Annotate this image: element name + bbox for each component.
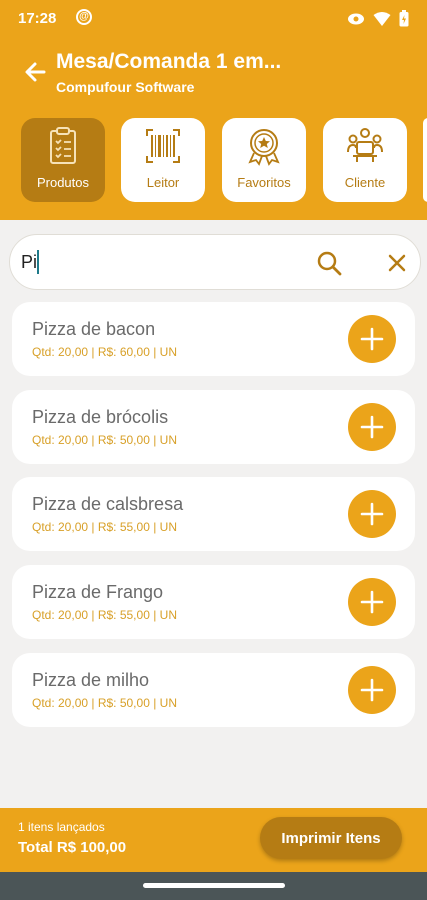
order-summary-bar: 1 itens lançados Total R$ 100,00 Imprimi… [0,808,427,872]
tab-produtos[interactable]: Produtos [21,118,105,202]
battery-icon [399,10,409,27]
order-total: Total R$ 100,00 [18,839,127,856]
search-input[interactable] [21,249,291,275]
add-button[interactable] [348,490,396,538]
product-name: Pizza de calsbresa [32,494,184,514]
search-icon[interactable] [315,249,343,277]
barcode-icon [146,129,180,163]
tab-label: Leitor [146,175,180,190]
product-detail: Qtd: 20,00 | R$: 55,00 | UN [32,608,177,622]
items-count: 1 itens lançados [18,820,105,834]
tab-label: Cliente [344,175,386,190]
close-icon[interactable] [384,250,410,276]
list-item[interactable]: Pizza de calsbresa Qtd: 20,00 | R$: 55,0… [12,477,415,551]
product-detail: Qtd: 20,00 | R$: 50,00 | UN [32,433,177,447]
tab-label: Favoritos [237,175,291,190]
system-nav-bar [0,872,427,900]
plus-icon [360,590,384,614]
tab-leitor[interactable]: Leitor [121,118,205,202]
home-gesture-handle[interactable] [143,883,285,888]
add-button[interactable] [348,403,396,451]
tab-favoritos[interactable]: Favoritos [222,118,306,202]
tab-cliente[interactable]: Cliente [323,118,407,202]
plus-icon [360,502,384,526]
product-detail: Qtd: 20,00 | R$: 55,00 | UN [32,520,177,534]
text-cursor [37,250,39,274]
search-bar [9,234,421,290]
product-name: Pizza de Frango [32,582,164,602]
plus-icon [360,327,384,351]
notification-icon: @ [76,9,92,25]
list-item[interactable]: Pizza de bacon Qtd: 20,00 | R$: 60,00 | … [12,302,415,376]
eye-icon [348,13,364,24]
clipboard-list-icon [50,127,76,164]
product-name: Pizza de brócolis [32,407,169,427]
product-name: Pizza de milho [32,670,150,690]
tab-partial[interactable] [423,118,427,202]
tab-label: Produtos [36,175,90,190]
award-star-icon [248,129,280,166]
print-items-button[interactable]: Imprimir Itens [260,817,402,859]
add-button[interactable] [348,315,396,363]
list-item[interactable]: Pizza de milho Qtd: 20,00 | R$: 50,00 | … [12,653,415,727]
list-item[interactable]: Pizza de brócolis Qtd: 20,00 | R$: 50,00… [12,390,415,464]
status-time: 17:28 [18,10,57,27]
people-table-icon [347,128,383,162]
tab-bar: Produtos Leitor Favoritos Cliente [0,118,427,204]
status-icons [347,10,409,27]
page-title: Mesa/Comanda 1 em... [56,50,282,73]
list-item[interactable]: Pizza de Frango Qtd: 20,00 | R$: 55,00 |… [12,565,415,639]
status-bar: 17:28 @ [0,0,427,38]
back-arrow-icon[interactable] [22,58,50,86]
plus-icon [360,678,384,702]
page-subtitle: Compufour Software [56,79,195,95]
add-button[interactable] [348,578,396,626]
add-button[interactable] [348,666,396,714]
product-detail: Qtd: 20,00 | R$: 50,00 | UN [32,696,177,710]
plus-icon [360,415,384,439]
product-name: Pizza de bacon [32,319,156,339]
product-detail: Qtd: 20,00 | R$: 60,00 | UN [32,345,177,359]
wifi-icon [373,11,391,26]
app-bar: Mesa/Comanda 1 em... Compufour Software … [0,38,427,220]
